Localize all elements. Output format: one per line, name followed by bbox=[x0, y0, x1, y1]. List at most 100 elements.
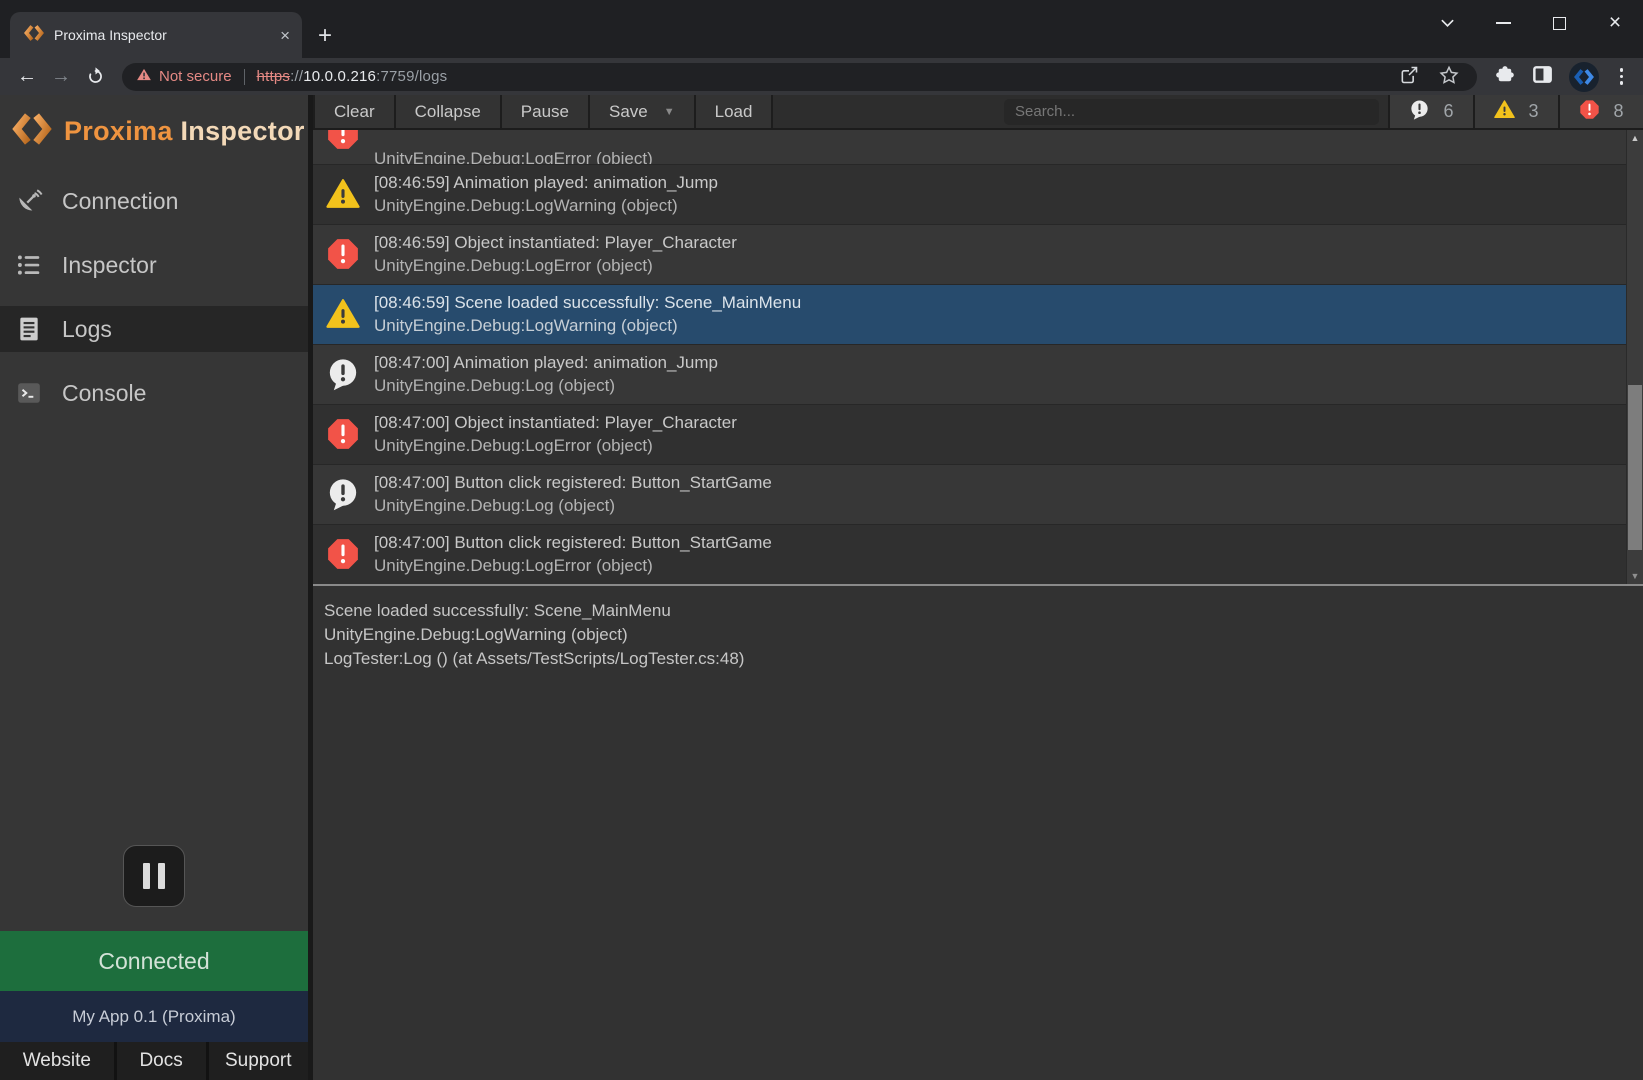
share-icon[interactable] bbox=[1399, 65, 1419, 89]
scroll-up-icon[interactable]: ▲ bbox=[1627, 130, 1643, 146]
detail-line: Scene loaded successfully: Scene_MainMen… bbox=[324, 599, 1631, 623]
sidebar-item-logs[interactable]: Logs bbox=[0, 306, 308, 352]
detail-line: LogTester:Log () (at Assets/TestScripts/… bbox=[324, 647, 1631, 671]
minimize-button[interactable] bbox=[1475, 0, 1531, 46]
info-icon bbox=[326, 357, 360, 391]
tab-close-icon[interactable]: × bbox=[280, 27, 290, 44]
log-row[interactable]: [08:47:00] Button click registered: Butt… bbox=[313, 524, 1626, 584]
pause-button[interactable]: Pause bbox=[502, 95, 590, 128]
tab-title: Proxima Inspector bbox=[54, 27, 270, 43]
not-secure-warning-icon bbox=[136, 67, 152, 86]
address-divider bbox=[244, 69, 245, 85]
log-row[interactable]: UnityEngine.Debug:LogError (object) bbox=[313, 130, 1626, 164]
side-panel-icon[interactable] bbox=[1531, 63, 1554, 91]
url-text[interactable]: https://10.0.0.216:7759/logs bbox=[257, 68, 448, 85]
extensions-puzzle-icon[interactable] bbox=[1493, 63, 1516, 91]
window-controls: × bbox=[1419, 0, 1643, 46]
error-icon bbox=[1579, 99, 1600, 125]
reload-icon[interactable] bbox=[78, 62, 112, 92]
tab-search-icon[interactable] bbox=[1419, 0, 1475, 46]
new-tab-button[interactable]: + bbox=[318, 24, 332, 48]
satellite-icon bbox=[14, 188, 44, 215]
docs-link[interactable]: Docs bbox=[114, 1042, 206, 1080]
save-button[interactable]: Save▼ bbox=[590, 95, 696, 128]
browser-tab[interactable]: Proxima Inspector × bbox=[10, 12, 302, 58]
log-message: [08:46:59] Scene loaded successfully: Sc… bbox=[374, 291, 801, 315]
address-bar[interactable]: Not secure https://10.0.0.216:7759/logs bbox=[122, 63, 1477, 91]
error-count: 8 bbox=[1613, 101, 1623, 122]
info-icon bbox=[326, 477, 360, 511]
sidebar-item-label: Console bbox=[62, 380, 146, 407]
url-scheme-suffix: :// bbox=[290, 68, 303, 85]
log-message: [08:47:00] Button click registered: Butt… bbox=[374, 531, 772, 555]
sidebar-item-connection[interactable]: Connection bbox=[0, 178, 308, 224]
url-path: :7759/logs bbox=[376, 68, 447, 85]
log-trace: UnityEngine.Debug:LogError (object) bbox=[374, 254, 737, 278]
warning-count: 3 bbox=[1528, 101, 1538, 122]
log-row[interactable]: [08:46:59] Object instantiated: Player_C… bbox=[313, 224, 1626, 284]
error-icon bbox=[326, 537, 360, 571]
log-trace: UnityEngine.Debug:LogWarning (object) bbox=[374, 314, 801, 338]
log-trace: UnityEngine.Debug:Log (object) bbox=[374, 374, 718, 398]
profile-avatar[interactable] bbox=[1569, 62, 1599, 92]
pause-stream-button[interactable] bbox=[123, 845, 185, 907]
app-info-banner: My App 0.1 (Proxima) bbox=[0, 991, 308, 1042]
log-row[interactable]: [08:47:00] Object instantiated: Player_C… bbox=[313, 404, 1626, 464]
error-filter-button[interactable]: 8 bbox=[1558, 95, 1643, 128]
log-trace: UnityEngine.Debug:LogError (object) bbox=[374, 147, 653, 164]
info-filter-button[interactable]: 6 bbox=[1388, 95, 1473, 128]
load-button[interactable]: Load bbox=[696, 95, 774, 128]
log-scrollbar[interactable]: ▲ ▼ bbox=[1626, 130, 1643, 584]
proxima-favicon-icon bbox=[24, 23, 44, 48]
support-link[interactable]: Support bbox=[206, 1042, 308, 1080]
document-icon bbox=[14, 316, 44, 342]
log-detail-pane: Scene loaded successfully: Scene_MainMen… bbox=[313, 586, 1643, 1080]
log-row[interactable]: [08:47:00] Button click registered: Butt… bbox=[313, 464, 1626, 524]
log-message: [08:47:00] Button click registered: Butt… bbox=[374, 471, 772, 495]
log-trace: UnityEngine.Debug:LogWarning (object) bbox=[374, 194, 718, 218]
url-host: 10.0.0.216 bbox=[303, 68, 376, 85]
log-row[interactable]: [08:46:59] Animation played: animation_J… bbox=[313, 164, 1626, 224]
log-message: [08:47:00] Object instantiated: Player_C… bbox=[374, 411, 737, 435]
connection-status-banner: Connected bbox=[0, 931, 308, 991]
warning-icon bbox=[1494, 99, 1515, 125]
sidebar-footer: Website Docs Support bbox=[0, 1042, 308, 1080]
info-icon bbox=[1409, 99, 1430, 125]
website-link[interactable]: Website bbox=[0, 1042, 114, 1080]
bookmark-star-icon[interactable] bbox=[1439, 65, 1459, 89]
log-trace: UnityEngine.Debug:LogError (object) bbox=[374, 554, 772, 578]
save-dropdown-icon[interactable]: ▼ bbox=[664, 106, 675, 118]
clear-button[interactable]: Clear bbox=[313, 95, 396, 128]
log-row[interactable]: [08:46:59] Scene loaded successfully: Sc… bbox=[313, 284, 1626, 344]
sidebar: Proxima Inspector Connection bbox=[0, 95, 308, 1080]
log-message: [08:47:00] Animation played: animation_J… bbox=[374, 351, 718, 375]
forward-button[interactable]: → bbox=[44, 62, 78, 92]
info-count: 6 bbox=[1443, 101, 1453, 122]
log-row[interactable]: [08:47:00] Animation played: animation_J… bbox=[313, 344, 1626, 404]
browser-menu-icon[interactable] bbox=[1614, 68, 1630, 85]
error-icon bbox=[326, 417, 360, 451]
brand: Proxima Inspector bbox=[0, 95, 308, 164]
search-input[interactable] bbox=[1004, 99, 1379, 125]
maximize-button[interactable] bbox=[1531, 0, 1587, 46]
log-trace: UnityEngine.Debug:Log (object) bbox=[374, 494, 772, 518]
warning-filter-button[interactable]: 3 bbox=[1473, 95, 1558, 128]
sidebar-item-inspector[interactable]: Inspector bbox=[0, 242, 308, 288]
warning-icon bbox=[326, 297, 360, 331]
detail-line: UnityEngine.Debug:LogWarning (object) bbox=[324, 623, 1631, 647]
log-list: UnityEngine.Debug:LogError (object)[08:4… bbox=[313, 130, 1626, 584]
terminal-icon bbox=[14, 380, 44, 406]
log-message: [08:46:59] Object instantiated: Player_C… bbox=[374, 231, 737, 255]
collapse-button[interactable]: Collapse bbox=[396, 95, 502, 128]
log-message: [08:46:59] Animation played: animation_J… bbox=[374, 171, 718, 195]
scroll-down-icon[interactable]: ▼ bbox=[1627, 568, 1643, 584]
not-secure-label[interactable]: Not secure bbox=[159, 68, 232, 85]
window-close-button[interactable]: × bbox=[1587, 0, 1643, 46]
sidebar-nav: Connection Inspector bbox=[0, 178, 308, 434]
sidebar-item-console[interactable]: Console bbox=[0, 370, 308, 416]
back-button[interactable]: ← bbox=[10, 62, 44, 92]
browser-toolbar: ← → Not secure https://10.0.0.216:7759/l… bbox=[0, 58, 1643, 95]
logs-page: Clear Collapse Pause Save▼ Load 6 3 8 Un… bbox=[308, 95, 1643, 1080]
error-icon bbox=[326, 130, 360, 164]
scrollbar-thumb[interactable] bbox=[1628, 385, 1642, 550]
